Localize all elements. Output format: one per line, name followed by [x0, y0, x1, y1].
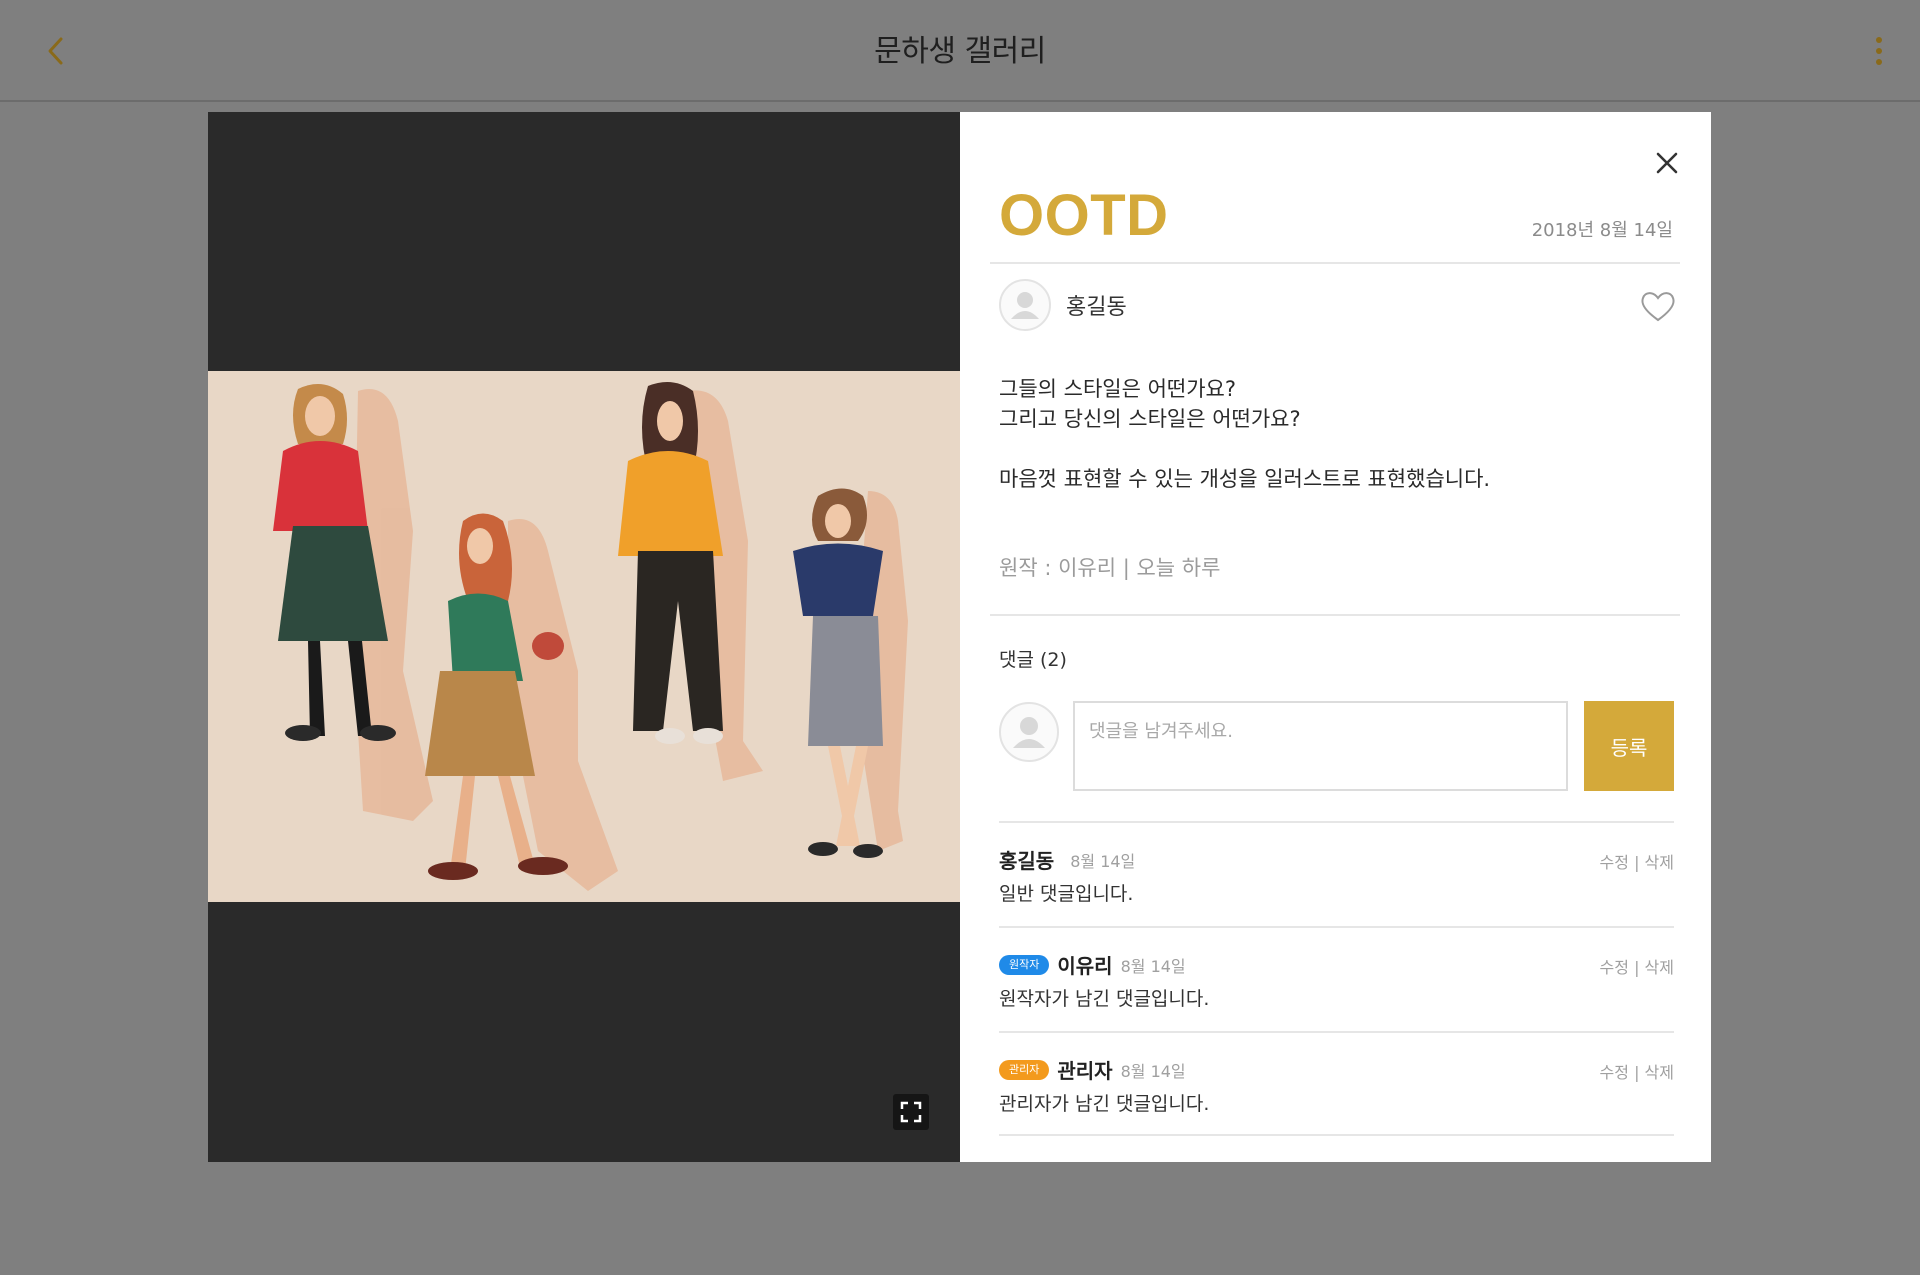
- edit-comment-link[interactable]: 수정: [1600, 958, 1629, 977]
- post-detail-panel: OOTD 2018년 8월 14일 홍길동 그들의 스타일은 어떤가요? 그리고…: [960, 112, 1711, 1162]
- comment-text: 원작자가 남긴 댓글입니다.: [999, 988, 1210, 1010]
- comments-heading: 댓글 (2): [999, 649, 1067, 671]
- comment-author[interactable]: 관리자: [1057, 1055, 1112, 1084]
- comment-text: 관리자가 남긴 댓글입니다.: [999, 1093, 1210, 1115]
- my-avatar: [999, 702, 1059, 762]
- submit-comment-button[interactable]: 등록: [1584, 701, 1674, 791]
- comment-author[interactable]: 이유리: [1057, 950, 1112, 979]
- comment-author[interactable]: 홍길동: [999, 845, 1054, 874]
- post-title: OOTD: [999, 183, 1169, 248]
- app-bar: 문하생 갤러리: [0, 0, 1920, 102]
- image-viewer: [208, 112, 960, 1162]
- delete-comment-link[interactable]: 삭제: [1645, 958, 1674, 977]
- post-date: 2018년 8월 14일: [1531, 220, 1673, 241]
- body-divider: [990, 614, 1680, 616]
- comment-date: 8월 14일: [1120, 956, 1186, 976]
- like-button[interactable]: [1638, 286, 1678, 326]
- author-name[interactable]: 홍길동: [1066, 289, 1127, 321]
- artwork-image: [208, 371, 960, 902]
- admin-badge: 관리자: [999, 1059, 1050, 1080]
- comment-input[interactable]: [1073, 701, 1568, 791]
- comment-item: 원작자 이유리 8월 14일 수정 | 삭제 원작자가 남긴 댓글입니다.: [999, 926, 1674, 1031]
- body-line: 그리고 당신의 스타일은 어떤가요?: [999, 407, 1301, 431]
- original-author-badge: 원작자: [999, 954, 1050, 975]
- post-body: 그들의 스타일은 어떤가요? 그리고 당신의 스타일은 어떤가요? 마음껏 표현…: [999, 374, 1659, 494]
- delete-comment-link[interactable]: 삭제: [1645, 853, 1674, 872]
- body-line: [999, 434, 1659, 464]
- post-modal: OOTD 2018년 8월 14일 홍길동 그들의 스타일은 어떤가요? 그리고…: [208, 112, 1711, 1162]
- body-line: 마음껏 표현할 수 있는 개성을 일러스트로 표현했습니다.: [999, 467, 1491, 491]
- edit-comment-link[interactable]: 수정: [1600, 853, 1629, 872]
- close-button[interactable]: [1650, 146, 1684, 180]
- comment-item: 관리자 관리자 8월 14일 수정 | 삭제 관리자가 남긴 댓글입니다.: [999, 1031, 1674, 1136]
- user-icon: [1013, 717, 1045, 748]
- comment-actions: 수정 | 삭제: [1599, 1063, 1674, 1082]
- comment-date: 8월 14일: [1120, 1061, 1186, 1081]
- title-divider: [990, 262, 1680, 264]
- comment-text: 일반 댓글입니다.: [999, 883, 1134, 905]
- more-vertical-icon: [1876, 37, 1882, 43]
- expand-icon: [900, 1101, 922, 1123]
- comment-actions: 수정 | 삭제: [1599, 853, 1674, 872]
- body-line: 그들의 스타일은 어떤가요?: [999, 377, 1237, 401]
- comment-date: 8월 14일: [1070, 851, 1136, 871]
- comment-actions: 수정 | 삭제: [1599, 958, 1674, 977]
- user-icon: [1011, 292, 1039, 319]
- edit-comment-link[interactable]: 수정: [1600, 1063, 1629, 1082]
- gallery-page: 문하생 갤러리 OOTD 2018년 8월 14일 홍길동 그들의 스타일은 어…: [0, 0, 1920, 1275]
- author-avatar[interactable]: [999, 279, 1051, 331]
- heart-icon: [1641, 292, 1675, 322]
- original-credit: 원작 : 이유리 | 오늘 하루: [999, 556, 1221, 580]
- page-title: 문하생 갤러리: [874, 34, 1046, 69]
- fullscreen-button[interactable]: [893, 1094, 929, 1130]
- close-icon: [1656, 152, 1678, 174]
- comment-item: 홍길동 8월 14일 수정 | 삭제 일반 댓글입니다.: [999, 821, 1674, 926]
- comment-list: 홍길동 8월 14일 수정 | 삭제 일반 댓글입니다. 원작자 이유리 8월 …: [999, 821, 1674, 1136]
- delete-comment-link[interactable]: 삭제: [1645, 1063, 1674, 1082]
- more-menu-button[interactable]: [1864, 30, 1894, 72]
